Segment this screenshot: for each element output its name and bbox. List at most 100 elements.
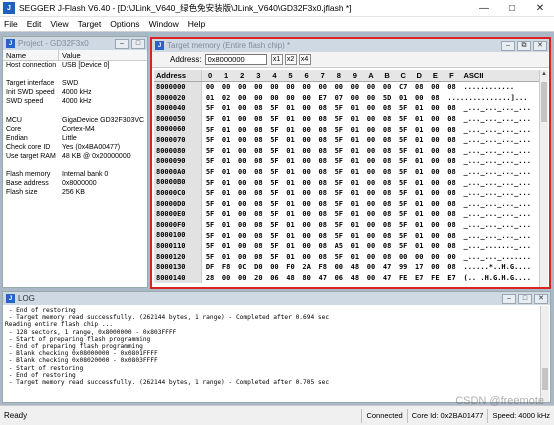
- memory-byte[interactable]: 00: [299, 104, 315, 112]
- memory-byte[interactable]: 00: [427, 147, 443, 155]
- memory-byte[interactable]: 00: [427, 232, 443, 240]
- memory-byte[interactable]: E7: [315, 94, 331, 102]
- memory-byte[interactable]: 01: [347, 157, 363, 165]
- memory-byte[interactable]: 17: [411, 263, 427, 271]
- memory-byte[interactable]: 5F: [202, 136, 218, 144]
- memory-byte[interactable]: 00: [234, 126, 250, 134]
- memory-byte[interactable]: 5F: [266, 115, 282, 123]
- memory-byte[interactable]: 08: [379, 126, 395, 134]
- memory-byte[interactable]: 01: [218, 157, 234, 165]
- memory-byte[interactable]: 08: [379, 210, 395, 218]
- memory-byte[interactable]: 5F: [266, 126, 282, 134]
- memory-byte[interactable]: 01: [347, 136, 363, 144]
- project-row[interactable]: Flash size 256 KB: [3, 188, 147, 197]
- memory-byte[interactable]: 5F: [395, 210, 411, 218]
- memory-byte[interactable]: 5F: [266, 253, 282, 261]
- memory-byte[interactable]: 00: [299, 189, 315, 197]
- memory-byte[interactable]: 00: [250, 94, 266, 102]
- memory-byte[interactable]: 5F: [395, 157, 411, 165]
- memory-byte[interactable]: 08: [427, 94, 443, 102]
- memory-byte[interactable]: 00: [427, 104, 443, 112]
- menu-help[interactable]: Help: [188, 19, 205, 29]
- memory-byte[interactable]: 08: [443, 126, 459, 134]
- memory-byte[interactable]: 08: [315, 242, 331, 250]
- memory-byte[interactable]: FE: [427, 274, 443, 282]
- memory-byte[interactable]: 01: [282, 221, 298, 229]
- memory-byte[interactable]: 08: [250, 179, 266, 187]
- memory-byte[interactable]: 01: [282, 179, 298, 187]
- project-row[interactable]: [3, 161, 147, 170]
- memory-byte[interactable]: 01: [411, 136, 427, 144]
- memory-byte[interactable]: 5F: [395, 136, 411, 144]
- memory-byte[interactable]: A5: [331, 242, 347, 250]
- memory-byte[interactable]: 00: [234, 242, 250, 250]
- memory-byte[interactable]: 08: [443, 263, 459, 271]
- memory-byte[interactable]: 5F: [266, 136, 282, 144]
- memory-byte[interactable]: 00: [363, 263, 379, 271]
- memory-byte[interactable]: 08: [379, 104, 395, 112]
- memory-byte[interactable]: 5F: [331, 179, 347, 187]
- memory-byte[interactable]: 01: [347, 126, 363, 134]
- memory-byte[interactable]: 5F: [202, 179, 218, 187]
- memory-byte[interactable]: 00: [299, 136, 315, 144]
- col-name-header[interactable]: Name: [3, 50, 59, 60]
- memory-byte[interactable]: 00: [234, 232, 250, 240]
- memory-byte[interactable]: 01: [218, 126, 234, 134]
- memory-byte[interactable]: 5F: [202, 168, 218, 176]
- memory-byte[interactable]: 08: [250, 126, 266, 134]
- memory-byte[interactable]: 00: [234, 274, 250, 282]
- memory-byte[interactable]: 00: [266, 83, 282, 91]
- memory-byte[interactable]: 01: [411, 210, 427, 218]
- memory-byte[interactable]: 08: [379, 242, 395, 250]
- memory-byte[interactable]: F8: [218, 263, 234, 271]
- memory-byte[interactable]: 01: [282, 157, 298, 165]
- memory-byte[interactable]: 00: [234, 179, 250, 187]
- memory-byte[interactable]: 5F: [266, 200, 282, 208]
- menu-file[interactable]: File: [4, 19, 18, 29]
- memory-byte[interactable]: 47: [379, 263, 395, 271]
- memory-byte[interactable]: E7: [443, 274, 459, 282]
- memory-byte[interactable]: 5F: [202, 189, 218, 197]
- memory-byte[interactable]: 00: [363, 210, 379, 218]
- zoom-x2-button[interactable]: x2: [284, 54, 297, 65]
- memory-byte[interactable]: 5F: [331, 168, 347, 176]
- maximize-button[interactable]: □: [498, 0, 526, 17]
- memory-byte[interactable]: 5F: [266, 210, 282, 218]
- memory-byte[interactable]: 08: [379, 179, 395, 187]
- memory-byte[interactable]: 5F: [202, 157, 218, 165]
- memory-byte[interactable]: 08: [250, 136, 266, 144]
- memory-byte[interactable]: 01: [411, 104, 427, 112]
- memory-byte[interactable]: 08: [443, 242, 459, 250]
- memory-byte[interactable]: F8: [315, 263, 331, 271]
- project-row[interactable]: Host connection USB [Device 0]: [3, 61, 147, 70]
- memory-byte[interactable]: 01: [347, 189, 363, 197]
- memory-byte[interactable]: 00: [331, 263, 347, 271]
- memory-byte[interactable]: 08: [443, 157, 459, 165]
- menu-window[interactable]: Window: [149, 19, 179, 29]
- memory-byte[interactable]: 08: [250, 200, 266, 208]
- col-value-header[interactable]: Value: [59, 50, 81, 60]
- memory-byte[interactable]: 00: [363, 221, 379, 229]
- memory-byte[interactable]: 00: [218, 83, 234, 91]
- memory-byte[interactable]: 28: [202, 274, 218, 282]
- zoom-x1-button[interactable]: x1: [270, 54, 283, 65]
- memory-byte[interactable]: 08: [315, 253, 331, 261]
- memory-byte[interactable]: 01: [282, 168, 298, 176]
- log-minimize-button[interactable]: –: [502, 293, 516, 304]
- memory-byte[interactable]: 5F: [395, 147, 411, 155]
- memory-byte[interactable]: 01: [218, 147, 234, 155]
- project-row[interactable]: [3, 70, 147, 79]
- memory-byte[interactable]: 00: [299, 253, 315, 261]
- memory-byte[interactable]: 00: [299, 210, 315, 218]
- memory-byte[interactable]: 5F: [266, 232, 282, 240]
- memory-byte[interactable]: 5F: [202, 147, 218, 155]
- memory-byte[interactable]: 00: [234, 157, 250, 165]
- memory-byte[interactable]: 00: [282, 94, 298, 102]
- memory-byte[interactable]: 00: [427, 115, 443, 123]
- memory-byte[interactable]: 08: [250, 168, 266, 176]
- memory-byte[interactable]: 08: [443, 168, 459, 176]
- project-row[interactable]: Core Cortex-M4: [3, 125, 147, 134]
- memory-byte[interactable]: 00: [363, 200, 379, 208]
- memory-byte[interactable]: 5F: [266, 189, 282, 197]
- memory-byte[interactable]: 08: [315, 168, 331, 176]
